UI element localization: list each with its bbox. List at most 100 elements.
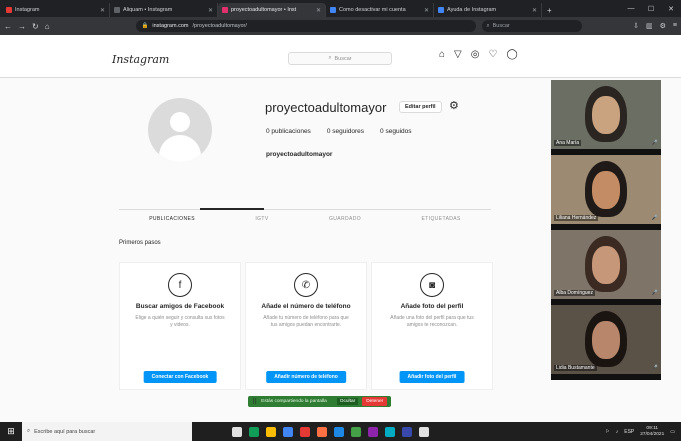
address-bar[interactable]: 🔒 instagram.com /proyectoadultomayor/ — [135, 20, 476, 32]
browser-tab[interactable]: Como desactivar mi cuenta ✕ — [326, 3, 434, 17]
screen-share-bar: ⠿ Estás compartiendo la pantalla Ocultar… — [248, 396, 392, 407]
extensions-icon[interactable]: ⚙ — [660, 22, 666, 30]
taskbar-search[interactable]: ⌕ Escribe aquí para buscar — [22, 422, 192, 441]
browser-search-placeholder: Buscar — [492, 23, 510, 29]
taskbar-app-icon[interactable] — [419, 426, 429, 437]
add-profile-photo-button[interactable]: Añadir foto del perfil — [399, 371, 465, 383]
home-icon[interactable]: ⌂ — [45, 22, 50, 31]
search-icon: ⌕ — [27, 428, 31, 434]
profile-avatar-icon[interactable]: ◯ — [506, 49, 517, 60]
tab-posts[interactable]: PUBLICACIONES — [149, 216, 195, 222]
camera-icon: ◙ — [420, 273, 444, 297]
library-icon[interactable]: ▥ — [646, 22, 653, 30]
taskbar-app-icon[interactable] — [283, 426, 293, 437]
avatar-placeholder-head — [170, 112, 190, 132]
close-tab-icon[interactable]: ✕ — [208, 7, 213, 14]
tab-favicon-icon — [6, 7, 12, 13]
participant-face — [592, 96, 620, 134]
tab-title: Como desactivar mi cuenta — [339, 7, 406, 13]
add-phone-button[interactable]: Añadir número de teléfono — [266, 371, 346, 383]
participant-video-tile[interactable]: Ana María 🎤 — [551, 80, 661, 152]
browser-search-field[interactable]: ⌕ Buscar — [481, 20, 582, 32]
taskbar-app-icon[interactable] — [300, 426, 310, 437]
participant-video-tile[interactable]: Liliana Hernández 🎤 — [551, 155, 661, 227]
card-title: Buscar amigos de Facebook — [135, 303, 225, 310]
followers-count[interactable]: 0 seguidores — [327, 128, 364, 135]
profile-avatar[interactable] — [148, 98, 212, 162]
windows-start-icon[interactable]: ⊞ — [0, 422, 22, 441]
profile-username: proyectoadultomayor — [265, 100, 387, 115]
microphone-icon: 🎤 — [651, 140, 658, 146]
new-tab-button[interactable]: + — [542, 3, 557, 17]
taskbar-app-icon[interactable] — [385, 426, 395, 437]
network-icon[interactable]: ⚐ — [605, 429, 609, 435]
browser-tab[interactable]: Ayuda de Instagram ✕ — [434, 3, 542, 17]
profile-tabs: PUBLICACIONES IGTV GUARDADO ETIQUETADAS — [119, 216, 491, 222]
close-tab-icon[interactable]: ✕ — [532, 7, 537, 14]
clock[interactable]: 09:11 27/04/2021 — [640, 426, 664, 438]
browser-tab[interactable]: proyectoadultomayor • Inst ✕ — [218, 3, 326, 17]
taskbar-app-icon[interactable] — [266, 426, 276, 437]
menu-icon[interactable]: ≡ — [673, 22, 677, 30]
notifications-icon[interactable]: ▭ — [670, 429, 675, 435]
microphone-icon: 🎤 — [651, 290, 658, 296]
participant-video-tile[interactable]: Lidia Bustamante 🎤 — [551, 305, 661, 377]
card-profile-photo: ◙ Añade foto del perfil Añade una foto d… — [371, 262, 493, 390]
connect-facebook-button[interactable]: Conectar con Facebook — [143, 371, 217, 383]
taskbar-app-icon[interactable] — [351, 426, 361, 437]
back-icon[interactable]: ← — [4, 22, 12, 31]
settings-gear-icon[interactable]: ⚙ — [449, 99, 459, 112]
taskbar-app-icon[interactable] — [249, 426, 259, 437]
microphone-icon: 🎤 — [651, 365, 658, 371]
browser-tab[interactable]: Aliquam • Instagram ✕ — [110, 3, 218, 17]
forward-icon[interactable]: → — [18, 22, 26, 31]
search-icon: ⌕ — [328, 55, 332, 61]
taskbar-app-icon[interactable] — [334, 426, 344, 437]
minimize-button[interactable]: — — [621, 0, 641, 17]
card-phone-number: ✆ Añade el número de teléfono Añade tu n… — [245, 262, 367, 390]
participant-video-tile[interactable]: Alba Domínguez 🎤 — [551, 230, 661, 302]
browser-tab[interactable]: Instagram ✕ — [2, 3, 110, 17]
phone-icon: ✆ — [294, 273, 318, 297]
taskbar-app-icon[interactable] — [232, 426, 242, 437]
tab-tagged[interactable]: ETIQUETADAS — [421, 216, 460, 222]
participant-name: Ana María — [554, 140, 582, 146]
browser-toolbar: ← → ↻ ⌂ 🔒 instagram.com /proyectoadultom… — [0, 17, 681, 35]
instagram-logo[interactable]: Instagram — [112, 53, 169, 66]
tab-igtv[interactable]: IGTV — [255, 216, 268, 222]
following-count[interactable]: 0 seguidos — [380, 128, 411, 135]
participant-face — [592, 246, 620, 284]
tab-favicon-icon — [222, 7, 228, 13]
tab-favicon-icon — [114, 7, 120, 13]
close-tab-icon[interactable]: ✕ — [316, 7, 321, 14]
tab-saved[interactable]: GUARDADO — [329, 216, 361, 222]
direct-message-icon[interactable]: ▽ — [454, 49, 462, 60]
hide-share-bar-button[interactable]: Ocultar — [336, 398, 359, 405]
taskbar-app-icon[interactable] — [368, 426, 378, 437]
lock-icon: 🔒 — [141, 23, 149, 29]
downloads-icon[interactable]: ⇩ — [633, 22, 639, 30]
microphone-icon: 🎤 — [651, 215, 658, 221]
language-indicator[interactable]: ESP — [624, 429, 634, 435]
search-icon: ⌕ — [486, 22, 490, 29]
maximize-button[interactable]: ☐ — [641, 0, 661, 17]
instagram-search-input[interactable]: ⌕ Buscar — [288, 52, 392, 65]
close-tab-icon[interactable]: ✕ — [100, 7, 105, 14]
card-title: Añade foto del perfil — [400, 303, 464, 310]
close-tab-icon[interactable]: ✕ — [424, 7, 429, 14]
instagram-search-placeholder: Buscar — [334, 55, 352, 62]
stop-sharing-button[interactable]: Detener — [362, 397, 388, 406]
edit-profile-button[interactable]: Editar perfil — [399, 101, 442, 113]
share-handle-icon[interactable]: ⠿ — [252, 398, 257, 406]
heart-icon[interactable]: ♡ — [488, 49, 497, 60]
clock-date: 27/04/2021 — [640, 431, 665, 437]
tabs-divider — [119, 209, 491, 210]
participant-face — [592, 321, 620, 359]
taskbar-app-icon[interactable] — [402, 426, 412, 437]
close-window-button[interactable]: ✕ — [661, 0, 681, 17]
volume-icon[interactable]: ♪ — [616, 429, 619, 435]
explore-icon[interactable]: ◎ — [471, 49, 480, 60]
home-icon[interactable]: ⌂ — [439, 49, 445, 60]
taskbar-app-icon[interactable] — [317, 426, 327, 437]
reload-icon[interactable]: ↻ — [32, 22, 39, 31]
